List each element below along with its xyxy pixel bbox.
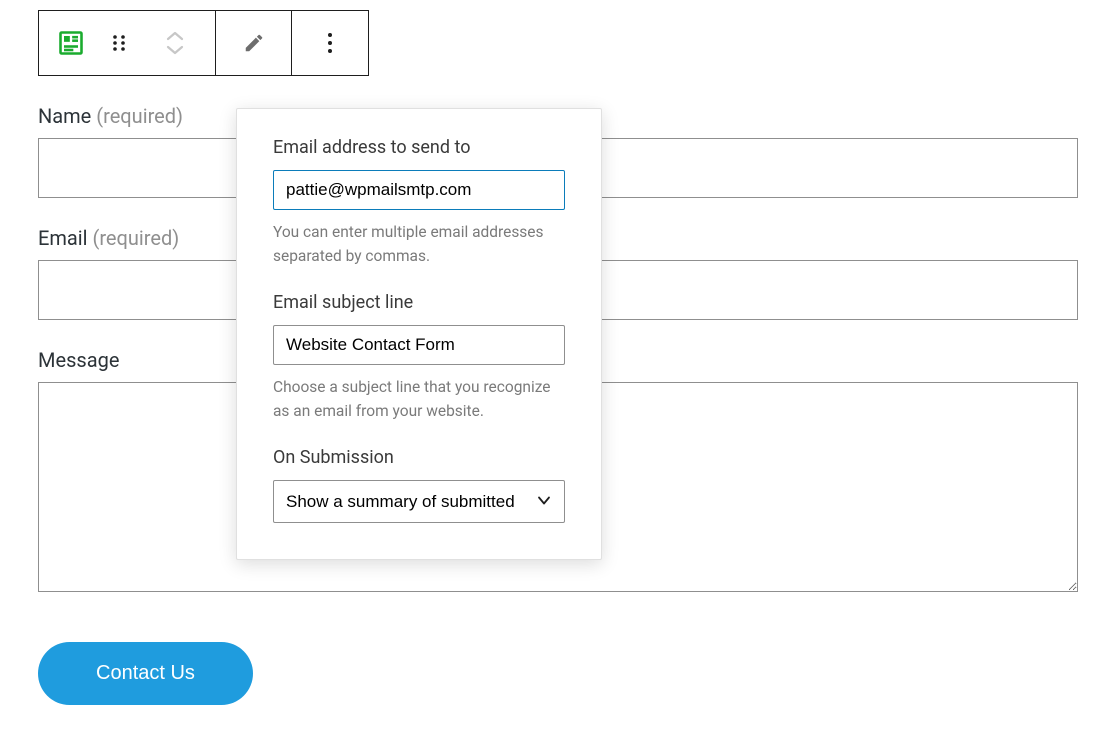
on-submission-label: On Submission (273, 447, 565, 468)
toolbar-edit-cell (216, 11, 292, 75)
toolbar-more-cell (292, 11, 368, 75)
drag-handle-icon[interactable] (105, 23, 133, 63)
pencil-icon[interactable] (234, 23, 274, 63)
email-to-field: Email address to send to You can enter m… (273, 137, 565, 268)
on-submission-field: On Submission Show a summary of submitte… (273, 447, 565, 523)
name-required: (required) (96, 104, 183, 128)
email-to-help: You can enter multiple email addresses s… (273, 220, 565, 268)
toolbar-group-block (39, 11, 216, 75)
contact-us-button[interactable]: Contact Us (38, 642, 253, 705)
name-label-text: Name (38, 104, 91, 128)
move-up-down[interactable] (147, 29, 203, 57)
subject-help: Choose a subject line that you recognize… (273, 375, 565, 423)
subject-label: Email subject line (273, 292, 565, 313)
more-options-icon[interactable] (310, 23, 350, 63)
email-to-input[interactable] (273, 170, 565, 210)
block-toolbar (38, 10, 369, 76)
email-required: (required) (92, 226, 179, 250)
chevron-up-icon[interactable] (164, 29, 186, 43)
subject-field: Email subject line Choose a subject line… (273, 292, 565, 423)
email-label-text: Email (38, 226, 88, 250)
form-block-icon[interactable] (51, 23, 91, 63)
on-submission-select[interactable]: Show a summary of submitted (273, 480, 565, 523)
chevron-down-icon[interactable] (164, 43, 186, 57)
email-to-label: Email address to send to (273, 137, 565, 158)
subject-input[interactable] (273, 325, 565, 365)
form-settings-popover: Email address to send to You can enter m… (236, 108, 602, 560)
